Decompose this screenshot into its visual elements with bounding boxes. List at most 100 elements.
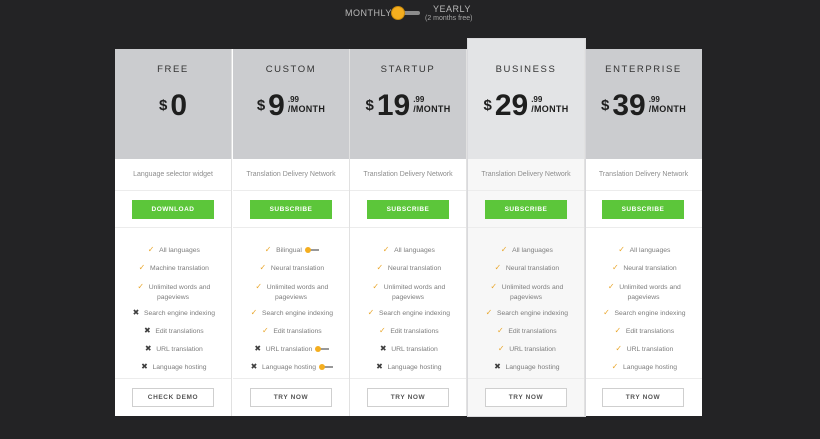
currency-symbol: $ bbox=[600, 97, 610, 114]
price-amount: 19 bbox=[376, 89, 411, 122]
plan-subtitle: Language selector widget bbox=[115, 159, 231, 191]
billing-toggle[interactable] bbox=[391, 6, 421, 20]
cross-icon: ✖ bbox=[376, 362, 383, 371]
check-icon: ✓ bbox=[382, 245, 390, 254]
feature-label: All languages bbox=[159, 247, 200, 254]
feature-label: All languages bbox=[512, 247, 553, 254]
check-icon: ✓ bbox=[607, 282, 615, 291]
check-demo-button[interactable]: CHECK DEMO bbox=[132, 388, 214, 407]
check-icon: ✓ bbox=[261, 326, 269, 335]
plan-name: ENTERPRISE bbox=[605, 64, 682, 75]
feature-label: Unlimited words and pageviews bbox=[266, 284, 329, 301]
feature-label: Unlimited words and pageviews bbox=[148, 284, 211, 301]
feature-label: Unlimited words and pageviews bbox=[383, 284, 446, 301]
feature-list: ✓ All languages ✓ Neural translation ✓ Unlimi… bbox=[585, 228, 702, 379]
yearly-label[interactable]: YEARLY bbox=[433, 4, 471, 14]
feature-label: Search engine indexing bbox=[261, 310, 334, 317]
feature-item: ✓ Neural translation bbox=[233, 263, 349, 274]
plan-column-enterprise: ENTERPRISE $39.99/MONTH Translation Delive… bbox=[585, 49, 702, 416]
plan-footer: TRY NOW bbox=[468, 379, 584, 416]
feature-list: ✓ Bilingual ✓ Neural translation ✓ Unlimited … bbox=[233, 228, 349, 379]
plan-subtitle: Translation Delivery Network bbox=[233, 159, 349, 191]
yearly-discount-note: (2 months free) bbox=[425, 15, 473, 22]
feature-item: ✖ URL translation bbox=[350, 344, 466, 355]
feature-label: Unlimited words and pageviews bbox=[501, 284, 564, 301]
try-now-button[interactable]: TRY NOW bbox=[602, 388, 684, 407]
plan-column-startup: STARTUP $19.99/MONTH Translation Delivery … bbox=[350, 49, 467, 416]
plan-subtitle: Translation Delivery Network bbox=[350, 159, 466, 191]
feature-item: ✓ Search engine indexing bbox=[468, 308, 584, 319]
check-icon: ✓ bbox=[496, 326, 504, 335]
feature-item: ✓ URL translation bbox=[585, 344, 702, 355]
monthly-label[interactable]: MONTHLY bbox=[345, 8, 392, 18]
price-cents: .99 bbox=[531, 95, 543, 104]
try-now-button[interactable]: TRY NOW bbox=[250, 388, 332, 407]
cross-icon: ✖ bbox=[494, 362, 501, 371]
plan-header: FREE $0 bbox=[115, 49, 231, 159]
price-cents: .99 bbox=[413, 95, 425, 104]
feature-label: URL translation bbox=[509, 346, 556, 353]
feature-toggle[interactable] bbox=[319, 364, 334, 371]
subscribe-button[interactable]: SUBSCRIBE bbox=[602, 200, 684, 219]
price-amount: 39 bbox=[612, 89, 646, 122]
check-icon: ✓ bbox=[372, 282, 380, 291]
plan-price: $19.99/MONTH bbox=[350, 91, 466, 121]
price-amount: 29 bbox=[494, 89, 529, 122]
feature-item: ✖ Language hosting bbox=[233, 362, 349, 373]
try-now-button[interactable]: TRY NOW bbox=[485, 388, 567, 407]
check-icon: ✓ bbox=[137, 282, 145, 291]
billing-period-switch: MONTHLY YEARLY (2 months free) bbox=[0, 0, 820, 40]
feature-toggle[interactable] bbox=[304, 247, 319, 254]
feature-item: ✓ Unlimited words and pageviews bbox=[585, 282, 702, 303]
feature-label: URL translation bbox=[391, 346, 438, 353]
subscribe-button[interactable]: SUBSCRIBE bbox=[485, 200, 567, 219]
plan-header: STARTUP $19.99/MONTH bbox=[350, 49, 466, 159]
plan-footer: TRY NOW bbox=[233, 379, 349, 416]
try-now-button[interactable]: TRY NOW bbox=[367, 388, 449, 407]
plan-subtitle: Translation Delivery Network bbox=[468, 159, 584, 191]
plan-cta-zone: SUBSCRIBE bbox=[585, 191, 702, 228]
check-icon: ✓ bbox=[259, 263, 267, 272]
check-icon: ✓ bbox=[255, 282, 263, 291]
feature-toggle-knob[interactable] bbox=[315, 346, 322, 353]
subscribe-button[interactable]: SUBSCRIBE bbox=[250, 200, 332, 219]
feature-toggle-knob[interactable] bbox=[319, 364, 326, 371]
subscribe-button[interactable]: SUBSCRIBE bbox=[367, 200, 449, 219]
feature-label: URL translation bbox=[265, 346, 313, 353]
feature-item: ✓ Unlimited words and pageviews bbox=[233, 282, 349, 303]
currency-symbol: $ bbox=[158, 97, 168, 114]
feature-item: ✓ Search engine indexing bbox=[350, 308, 466, 319]
plan-column-business: BUSINESS $29.99/MONTH Translation Delivery… bbox=[468, 39, 585, 416]
plan-subtitle: Translation Delivery Network bbox=[585, 159, 702, 191]
feature-label: Machine translation bbox=[150, 265, 209, 272]
feature-item: ✓ All languages bbox=[115, 245, 231, 256]
price-period: /MONTH bbox=[648, 104, 686, 114]
feature-item: ✓ Unlimited words and pageviews bbox=[350, 282, 466, 303]
check-icon: ✓ bbox=[378, 326, 386, 335]
cross-icon: ✖ bbox=[379, 344, 387, 353]
feature-toggle-knob[interactable] bbox=[304, 247, 311, 254]
feature-item: ✓ Unlimited words and pageviews bbox=[115, 282, 231, 303]
feature-toggle[interactable] bbox=[315, 346, 330, 353]
feature-item: ✖ URL translation bbox=[233, 344, 349, 355]
plan-cta-zone: DOWNLOAD bbox=[115, 191, 231, 228]
download-button[interactable]: DOWNLOAD bbox=[132, 200, 214, 219]
plan-cta-zone: SUBSCRIBE bbox=[233, 191, 349, 228]
feature-label: Edit translations bbox=[625, 328, 675, 335]
plan-footer: TRY NOW bbox=[350, 379, 466, 416]
feature-label: Neural translation bbox=[623, 265, 677, 272]
feature-label: Unlimited words and pageviews bbox=[619, 284, 681, 301]
plan-name: FREE bbox=[157, 64, 189, 75]
feature-item: ✓ Edit translations bbox=[350, 326, 466, 337]
price-amount: 0 bbox=[170, 89, 188, 122]
cross-icon: ✖ bbox=[132, 308, 140, 317]
feature-label: Search engine indexing bbox=[614, 310, 686, 317]
plan-cta-zone: SUBSCRIBE bbox=[468, 191, 584, 228]
price-amount: 9 bbox=[268, 89, 285, 122]
check-icon: ✓ bbox=[138, 263, 146, 272]
feature-item: ✓ Bilingual bbox=[233, 245, 349, 256]
feature-item: ✖ Language hosting bbox=[468, 362, 584, 373]
billing-toggle-knob[interactable] bbox=[391, 6, 405, 20]
check-icon: ✓ bbox=[618, 245, 625, 254]
feature-item: ✓ Search engine indexing bbox=[233, 308, 349, 319]
